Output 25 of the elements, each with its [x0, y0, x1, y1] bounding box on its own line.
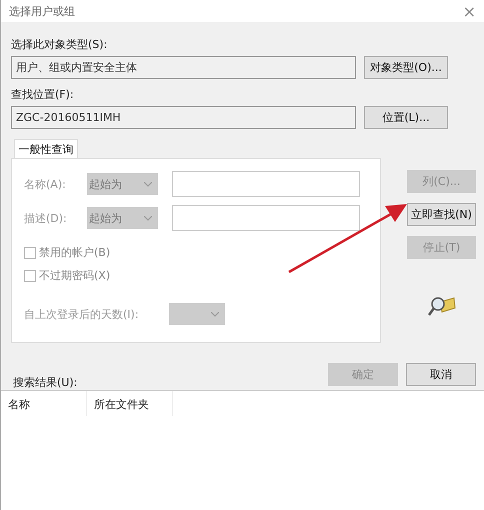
close-button[interactable]: × — [462, 2, 476, 20]
column-header[interactable]: 名称 — [1, 391, 87, 416]
object-type-button[interactable]: 对象类型(O)... — [364, 56, 448, 79]
caret-icon — [144, 216, 152, 220]
object-type-field: 用户、组或内置安全主体 — [11, 56, 356, 79]
caret-icon — [211, 312, 219, 316]
field-label: 自上次登录后的天数(I): — [24, 306, 140, 322]
location-field: ZGC-20160511IMH — [11, 106, 356, 129]
column-header[interactable]: 所在文件夹 — [87, 391, 173, 416]
mode-dropdown[interactable]: 起始为 — [87, 173, 158, 195]
days-dropdown[interactable] — [169, 303, 225, 325]
field-label: 描述(D): — [24, 210, 68, 226]
location-button[interactable]: 位置(L)... — [364, 106, 448, 129]
field-label: 选择此对象类型(S): — [11, 37, 108, 52]
field-label: 查找位置(F): — [11, 87, 75, 102]
window-title: 选择用户或组 — [9, 4, 75, 18]
results-label: 搜索结果(U): — [13, 375, 78, 390]
caret-icon — [144, 182, 152, 186]
dialog-button[interactable]: 取消 — [406, 363, 476, 386]
input-field[interactable] — [172, 171, 360, 197]
mode-dropdown[interactable]: 起始为 — [87, 207, 158, 229]
side-button[interactable]: 立即查找(N) — [407, 203, 476, 226]
field-label: 名称(A): — [24, 176, 67, 192]
input-field[interactable] — [172, 205, 360, 231]
tab[interactable]: 一般性查询 — [14, 139, 78, 158]
